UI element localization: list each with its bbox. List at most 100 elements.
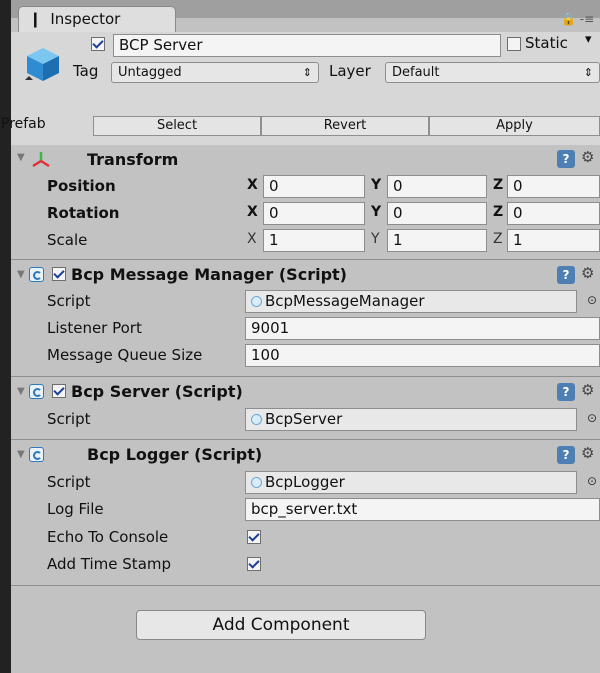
transform-component: ▼ Transform ? ⚙ Position X 0 Y 0 Z 0 Rot… [11,145,600,259]
add-time-stamp-label: Add Time Stamp [47,555,172,573]
gameobject-header: BCP Server Static ▾ Tag Untagged ⇕ Layer… [1,32,600,146]
axis-x-label: X [247,204,258,220]
rotation-y-value: 0 [393,204,403,222]
layer-dropdown[interactable]: Default ⇕ [385,62,600,83]
scale-y-value: 1 [393,231,403,249]
prefab-label: Prefab [1,116,46,132]
gameobject-name-value: BCP Server [119,36,203,54]
left-edge-bar [0,0,11,673]
listener-port-label: Listener Port [47,319,142,337]
add-component-button[interactable]: Add Component [136,610,426,640]
tag-value: Untagged [118,65,182,80]
logger-script-field[interactable]: BcpLogger [245,471,577,494]
add-time-stamp-checkbox[interactable] [247,557,261,571]
script-icon [29,447,44,462]
rotation-x-field[interactable]: 0 [263,202,365,225]
script-label: Script [47,292,91,310]
log-file-field[interactable]: bcp_server.txt [245,498,600,521]
gear-icon[interactable]: ⚙ [581,264,594,282]
scale-x-field[interactable]: 1 [263,229,365,252]
rotation-x-value: 0 [269,204,279,222]
object-picker-icon[interactable]: ⊙ [587,411,597,425]
position-z-field[interactable]: 0 [507,175,600,198]
server-enabled-checkbox[interactable] [52,384,66,398]
listener-port-value: 9001 [251,319,290,337]
position-label: Position [47,177,116,195]
axis-y-label: Y [371,177,382,193]
scale-y-field[interactable]: 1 [387,229,487,252]
message-queue-size-field[interactable]: 100 [245,344,600,367]
script-file-icon [251,477,262,488]
layer-value: Default [392,65,440,80]
listener-port-field[interactable]: 9001 [245,317,600,340]
echo-to-console-checkbox[interactable] [247,530,261,544]
position-x-field[interactable]: 0 [263,175,365,198]
axis-y-label: Y [371,204,382,220]
logger-foldout-icon[interactable]: ▼ [17,449,25,460]
axis-x-label: X [247,231,257,247]
message-manager-script-value: BcpMessageManager [265,292,425,310]
lock-menu-icon[interactable]: 🔒 -≡ [561,12,594,26]
transform-axes-icon [32,152,50,168]
gear-icon[interactable]: ⚙ [581,381,594,399]
bcp-server-component: ▼ Bcp Server (Script) ? ⚙ Script BcpServ… [11,377,600,439]
gear-icon[interactable]: ⚙ [581,148,594,166]
prefab-revert-button[interactable]: Revert [261,116,429,136]
log-file-label: Log File [47,500,104,518]
transform-title: Transform [87,150,179,169]
script-file-icon [251,296,262,307]
object-picker-icon[interactable]: ⊙ [587,474,597,488]
message-manager-foldout-icon[interactable]: ▼ [17,269,25,280]
logger-title: Bcp Logger (Script) [87,445,263,464]
divider [11,585,600,586]
tag-dropdown[interactable]: Untagged ⇕ [111,62,319,83]
position-y-field[interactable]: 0 [387,175,487,198]
position-x-value: 0 [269,177,279,195]
bcp-message-manager-component: ▼ Bcp Message Manager (Script) ? ⚙ Scrip… [11,260,600,376]
help-icon[interactable]: ? [557,150,575,168]
rotation-z-field[interactable]: 0 [507,202,600,225]
help-icon[interactable]: ? [557,383,575,401]
message-manager-script-field[interactable]: BcpMessageManager [245,290,577,313]
inspector-panel: BCP Server Static ▾ Tag Untagged ⇕ Layer… [1,32,600,673]
position-z-value: 0 [513,177,523,195]
rotation-y-field[interactable]: 0 [387,202,487,225]
scale-label: Scale [47,231,88,249]
tab-inspector-label: Inspector [50,10,121,28]
scale-z-field[interactable]: 1 [507,229,600,252]
info-icon: ❙ [29,10,42,28]
tag-label: Tag [73,62,99,80]
gear-icon[interactable]: ⚙ [581,444,594,462]
message-manager-enabled-checkbox[interactable] [52,267,66,281]
tag-dropdown-arrow-icon: ⇕ [302,66,312,79]
message-queue-size-value: 100 [251,346,280,364]
transform-foldout-icon[interactable]: ▼ [17,152,25,163]
gameobject-name-field[interactable]: BCP Server [113,34,501,57]
scale-z-value: 1 [513,231,523,249]
static-checkbox[interactable] [507,37,521,51]
rotation-label: Rotation [47,204,120,222]
prefab-select-button[interactable]: Select [93,116,261,136]
object-picker-icon[interactable]: ⊙ [587,293,597,307]
axis-z-label: Z [493,177,504,193]
script-icon [29,267,44,282]
axis-x-label: X [247,177,258,193]
prefab-apply-button[interactable]: Apply [429,116,600,136]
scale-x-value: 1 [269,231,279,249]
bcp-logger-component: ▼ Bcp Logger (Script) ? ⚙ Script BcpLogg… [11,440,600,585]
axis-y-label: Y [371,231,380,247]
logger-script-value: BcpLogger [265,473,345,491]
tab-inspector[interactable]: ❙ Inspector [18,6,176,32]
server-foldout-icon[interactable]: ▼ [17,386,25,397]
help-icon[interactable]: ? [557,446,575,464]
server-script-value: BcpServer [265,410,343,428]
script-icon [29,384,44,399]
help-icon[interactable]: ? [557,266,575,284]
log-file-value: bcp_server.txt [251,500,358,518]
gameobject-active-checkbox[interactable] [91,37,105,51]
static-dropdown-icon[interactable]: ▾ [585,32,592,47]
server-script-field[interactable]: BcpServer [245,408,577,431]
script-label: Script [47,473,91,491]
axis-z-label: Z [493,204,504,220]
position-y-value: 0 [393,177,403,195]
